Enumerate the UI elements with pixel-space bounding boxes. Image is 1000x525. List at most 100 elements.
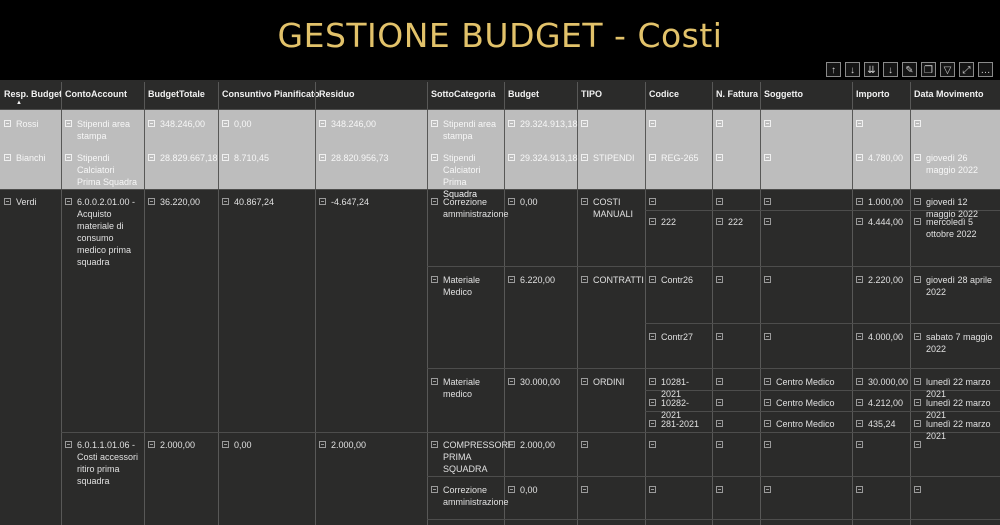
collapse-toggle-icon[interactable] <box>856 198 863 205</box>
movement-1-1-0-importo[interactable] <box>856 484 908 496</box>
movement-1-1-0-soggetto[interactable] <box>764 484 850 496</box>
collapse-toggle-icon[interactable] <box>431 120 438 127</box>
collapse-toggle-icon[interactable] <box>914 486 921 493</box>
collapse-toggle-icon[interactable] <box>581 120 588 127</box>
subcat-1-0-budget[interactable]: 2.000,00 <box>508 439 575 451</box>
collapse-toggle-icon[interactable] <box>4 154 11 161</box>
collapse-toggle-icon[interactable] <box>508 154 515 161</box>
movement-0-0-1-soggetto[interactable] <box>764 216 850 228</box>
light-row-0-conto[interactable]: Stipendi area stampa <box>65 118 142 142</box>
column-header-data[interactable]: Data Movimento <box>914 89 984 99</box>
light-row-0-resp[interactable]: Rossi <box>4 118 59 130</box>
collapse-toggle-icon[interactable] <box>764 486 771 493</box>
collapse-toggle-icon[interactable] <box>649 218 656 225</box>
light-row-1-data[interactable]: giovedì 26 maggio 2022 <box>914 152 998 176</box>
collapse-toggle-icon[interactable] <box>914 198 921 205</box>
collapse-toggle-icon[interactable] <box>581 276 588 283</box>
light-row-1-soggetto[interactable] <box>764 152 850 164</box>
movement-0-0-0-importo[interactable]: 1.000,00 <box>856 196 908 208</box>
collapse-toggle-icon[interactable] <box>856 154 863 161</box>
collapse-toggle-icon[interactable] <box>649 420 656 427</box>
account-1-budget-totale[interactable]: 2.000,00 <box>148 439 216 451</box>
subcat-0-1-tipo[interactable]: CONTRATTI <box>581 274 644 286</box>
light-row-0-consuntivo[interactable]: 0,00 <box>222 118 313 130</box>
collapse-toggle-icon[interactable] <box>581 378 588 385</box>
collapse-toggle-icon[interactable] <box>148 154 155 161</box>
column-header-consuntivo[interactable]: Consuntivo Pianificato <box>222 89 320 99</box>
light-row-0-budget[interactable]: 29.324.913,18 <box>508 118 578 130</box>
movement-0-1-0-fattura[interactable] <box>716 274 758 286</box>
subcat-0-0-budget[interactable]: 0,00 <box>508 196 575 208</box>
collapse-toggle-icon[interactable] <box>508 378 515 385</box>
light-row-0-tipo[interactable] <box>581 118 643 130</box>
light-row-1-importo[interactable]: 4.780,00 <box>856 152 908 164</box>
movement-0-1-0-soggetto[interactable] <box>764 274 850 286</box>
collapse-toggle-icon[interactable] <box>431 276 438 283</box>
account-0-residuo[interactable]: -4.647,24 <box>319 196 425 208</box>
collapse-toggle-icon[interactable] <box>319 441 326 448</box>
light-row-1-residuo[interactable]: 28.820.956,73 <box>319 152 425 164</box>
movement-0-2-1-fattura[interactable] <box>716 397 758 409</box>
collapse-toggle-icon[interactable] <box>508 441 515 448</box>
movement-0-2-0-soggetto[interactable]: Centro Medico <box>764 376 850 388</box>
movement-0-1-1-importo[interactable]: 4.000,00 <box>856 331 908 343</box>
movement-1-1-0-data[interactable] <box>914 484 998 496</box>
expand-icon[interactable]: ↓ <box>883 62 898 77</box>
column-header-budget-totale[interactable]: BudgetTotale <box>148 89 205 99</box>
movement-1-1-0-codice[interactable] <box>649 484 710 496</box>
collapse-toggle-icon[interactable] <box>914 378 921 385</box>
subcat-0-2-name[interactable]: Materiale medico <box>431 376 502 400</box>
collapse-toggle-icon[interactable] <box>148 441 155 448</box>
collapse-toggle-icon[interactable] <box>764 120 771 127</box>
filter-icon[interactable]: ▽ <box>940 62 955 77</box>
collapse-toggle-icon[interactable] <box>431 441 438 448</box>
collapse-toggle-icon[interactable] <box>856 378 863 385</box>
collapse-toggle-icon[interactable] <box>856 420 863 427</box>
collapse-toggle-icon[interactable] <box>716 218 723 225</box>
column-header-residuo[interactable]: Residuo <box>319 89 355 99</box>
collapse-toggle-icon[interactable] <box>764 441 771 448</box>
collapse-toggle-icon[interactable] <box>222 154 229 161</box>
collapse-toggle-icon[interactable] <box>716 441 723 448</box>
light-row-0-budget-totale[interactable]: 348.246,00 <box>148 118 216 130</box>
light-row-1-sottocategoria[interactable]: Stipendi Calciatori Prima Squadra <box>431 152 502 200</box>
light-row-1-tipo[interactable]: STIPENDI <box>581 152 643 164</box>
sort-up-icon[interactable]: ↑ <box>826 62 841 77</box>
light-row-1-resp[interactable]: Bianchi <box>4 152 59 164</box>
collapse-toggle-icon[interactable] <box>856 441 863 448</box>
collapse-toggle-icon[interactable] <box>649 120 656 127</box>
collapse-toggle-icon[interactable] <box>319 198 326 205</box>
movement-1-0-0-codice[interactable] <box>649 439 710 451</box>
collapse-toggle-icon[interactable] <box>856 486 863 493</box>
collapse-toggle-icon[interactable] <box>649 441 656 448</box>
collapse-toggle-icon[interactable] <box>716 198 723 205</box>
light-row-0-codice[interactable] <box>649 118 710 130</box>
collapse-toggle-icon[interactable] <box>65 154 72 161</box>
movement-0-1-1-fattura[interactable] <box>716 331 758 343</box>
collapse-toggle-icon[interactable] <box>856 333 863 340</box>
collapse-toggle-icon[interactable] <box>431 154 438 161</box>
light-row-0-residuo[interactable]: 348.246,00 <box>319 118 425 130</box>
collapse-toggle-icon[interactable] <box>716 486 723 493</box>
collapse-toggle-icon[interactable] <box>856 120 863 127</box>
collapse-toggle-icon[interactable] <box>649 378 656 385</box>
collapse-toggle-icon[interactable] <box>914 218 921 225</box>
collapse-toggle-icon[interactable] <box>914 420 921 427</box>
collapse-toggle-icon[interactable] <box>764 378 771 385</box>
column-header-fattura[interactable]: N. Fattura <box>716 89 758 99</box>
collapse-toggle-icon[interactable] <box>764 198 771 205</box>
sort-down-icon[interactable]: ↓ <box>845 62 860 77</box>
collapse-toggle-icon[interactable] <box>431 198 438 205</box>
pin-icon[interactable]: ✎ <box>902 62 917 77</box>
collapse-toggle-icon[interactable] <box>764 218 771 225</box>
collapse-toggle-icon[interactable] <box>65 120 72 127</box>
focus-mode-icon[interactable]: ⤢ <box>959 62 974 77</box>
collapse-toggle-icon[interactable] <box>649 333 656 340</box>
collapse-toggle-icon[interactable] <box>716 276 723 283</box>
collapse-toggle-icon[interactable] <box>508 486 515 493</box>
movement-0-1-0-data[interactable]: giovedì 28 aprile 2022 <box>914 274 998 298</box>
collapse-toggle-icon[interactable] <box>764 154 771 161</box>
collapse-toggle-icon[interactable] <box>222 120 229 127</box>
collapse-toggle-icon[interactable] <box>716 420 723 427</box>
collapse-toggle-icon[interactable] <box>148 198 155 205</box>
